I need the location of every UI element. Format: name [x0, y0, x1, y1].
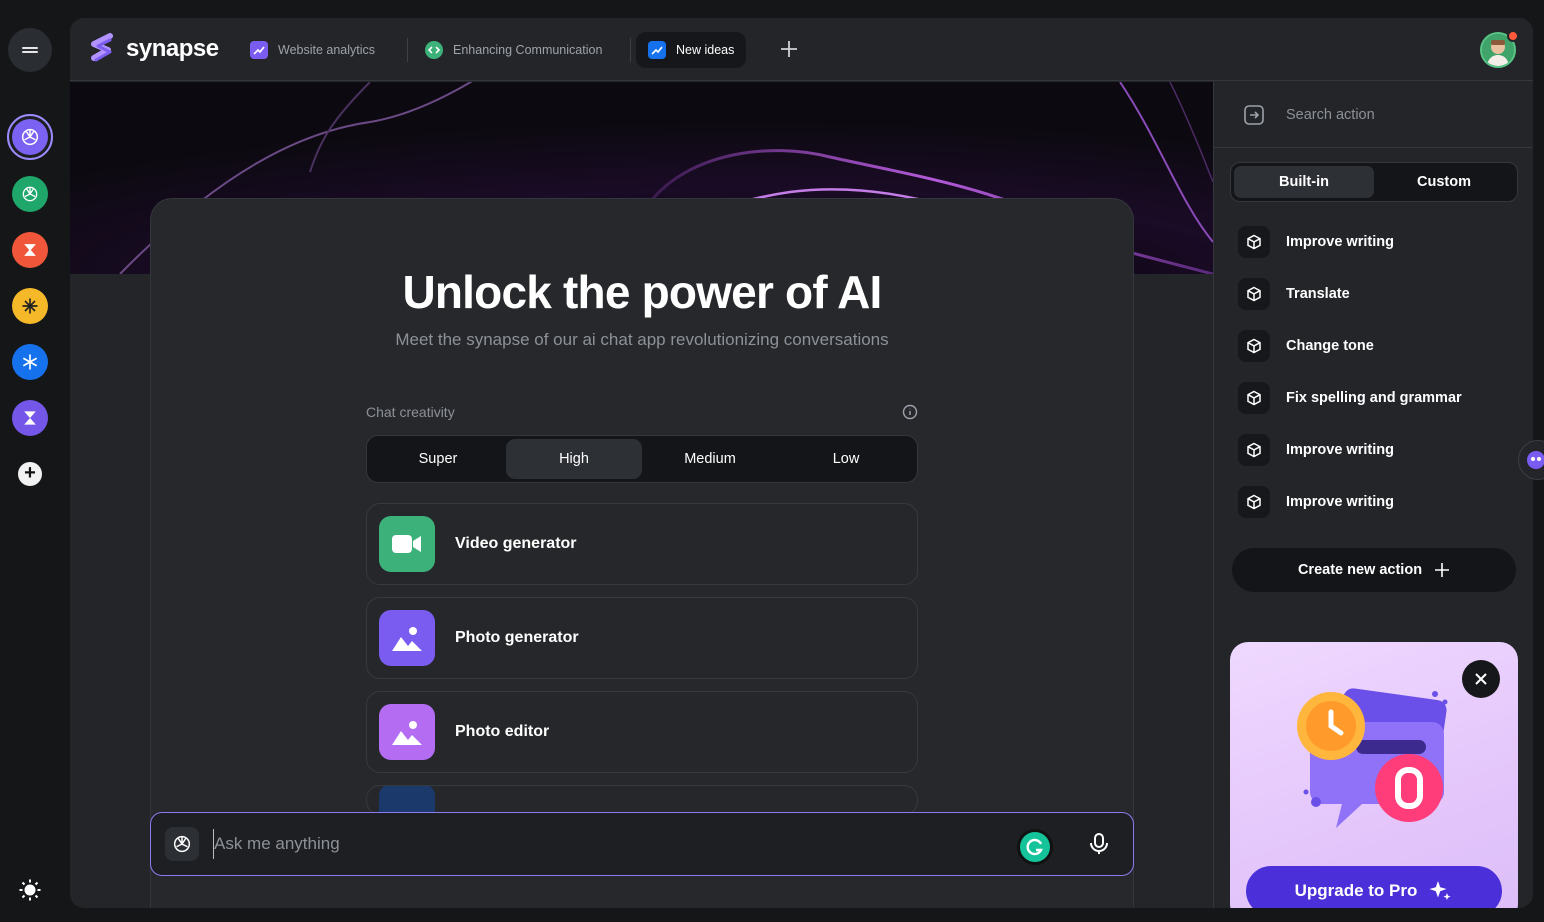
synapse-logo-icon	[91, 33, 113, 62]
image-icon	[379, 610, 435, 666]
segment-built-in[interactable]: Built-in	[1234, 166, 1374, 198]
video-icon	[379, 516, 435, 572]
segment-custom[interactable]: Custom	[1374, 166, 1514, 198]
action-label: Improve writing	[1286, 442, 1394, 458]
app-logo[interactable]: synapse	[86, 32, 219, 66]
sparkle-app-icon	[12, 288, 48, 324]
upgrade-to-pro-button[interactable]: Upgrade to Pro	[1246, 866, 1502, 908]
cube-icon	[1238, 330, 1270, 362]
action-label: Fix spelling and grammar	[1286, 390, 1462, 406]
action-label: Translate	[1286, 286, 1350, 302]
tab-label: Enhancing Communication	[453, 43, 603, 57]
main-window: synapse Website analytics Enhancing Comm…	[70, 18, 1533, 908]
action-search[interactable]: Search action	[1214, 82, 1533, 148]
cube-icon	[1238, 382, 1270, 414]
creativity-option-low[interactable]: Low	[778, 439, 914, 479]
hourglass-app-icon	[12, 400, 48, 436]
welcome-card: Unlock the power of AI Meet the synapse …	[150, 198, 1134, 908]
bolt-app-icon	[12, 232, 48, 268]
action-item[interactable]: Improve writing	[1238, 222, 1394, 262]
openai-icon	[12, 119, 48, 155]
search-placeholder: Search action	[1286, 106, 1375, 123]
notification-dot	[1507, 30, 1519, 42]
tab-new-ideas[interactable]: New ideas	[636, 32, 747, 68]
upgrade-label: Upgrade to Pro	[1294, 881, 1418, 900]
tool-partial[interactable]	[366, 785, 918, 815]
cube-icon	[1238, 278, 1270, 310]
chat-input[interactable]	[213, 829, 1003, 859]
create-new-action-button[interactable]: Create new action	[1232, 548, 1516, 592]
add-app-button[interactable]: +	[18, 462, 42, 486]
tool-photo-editor[interactable]: Photo editor	[366, 691, 918, 773]
page-subtitle: Meet the synapse of our ai chat app revo…	[395, 330, 889, 349]
tool-label: Video generator	[455, 535, 577, 552]
rail-app-snowflake[interactable]	[12, 344, 48, 380]
create-action-label: Create new action	[1297, 562, 1423, 578]
tool-video-generator[interactable]: Video generator	[366, 503, 918, 585]
action-label: Improve writing	[1286, 234, 1394, 250]
page-title: Unlock the power of AI	[402, 266, 882, 318]
chat-creativity-label: Chat creativity	[366, 404, 455, 420]
app-name: synapse	[126, 35, 219, 62]
tool-photo-generator[interactable]: Photo generator	[366, 597, 918, 679]
tab-label: New ideas	[676, 43, 735, 57]
close-icon	[1475, 673, 1487, 685]
creativity-option-high[interactable]: High	[506, 439, 642, 479]
rail-app-bolt[interactable]	[12, 232, 48, 268]
action-type-selector: Built-in Custom	[1230, 162, 1518, 202]
action-label: Change tone	[1286, 338, 1374, 354]
menu-button[interactable]	[8, 28, 52, 72]
app-rail: +	[0, 0, 70, 922]
hamburger-icon	[22, 45, 38, 55]
action-item[interactable]: Translate	[1238, 274, 1350, 314]
creativity-selector: Super High Medium Low	[366, 435, 918, 483]
tool-icon	[379, 786, 435, 814]
sun-icon[interactable]	[18, 878, 42, 902]
chart-trend-icon	[648, 41, 666, 59]
upgrade-promo-card: Upgrade to Pro	[1230, 642, 1518, 908]
tool-label: Photo generator	[455, 629, 579, 646]
grammarly-icon[interactable]	[1017, 829, 1053, 865]
chat-bot-icon	[1527, 451, 1544, 469]
creativity-option-medium[interactable]: Medium	[642, 439, 778, 479]
tool-label: Photo editor	[455, 723, 550, 740]
top-bar: synapse Website analytics Enhancing Comm…	[70, 18, 1533, 81]
plus-icon	[1435, 563, 1450, 577]
action-label: Improve writing	[1286, 494, 1394, 510]
rail-app-chatgpt-active[interactable]	[7, 114, 53, 160]
cube-icon	[1238, 486, 1270, 518]
openai-icon	[12, 176, 48, 212]
tab-label: Website analytics	[278, 43, 376, 57]
tab-divider	[630, 38, 631, 62]
snowflake-app-icon	[12, 344, 48, 380]
action-item[interactable]: Improve writing	[1238, 482, 1394, 522]
tab-divider	[407, 38, 408, 62]
rail-app-chatgpt[interactable]	[12, 176, 48, 212]
microphone-icon[interactable]	[1087, 832, 1111, 856]
creativity-option-super[interactable]: Super	[370, 439, 506, 479]
info-icon[interactable]	[902, 404, 918, 420]
actions-panel: Search action Built-in Custom Improve wr…	[1213, 82, 1533, 908]
chat-input-bar	[150, 812, 1134, 876]
tab-website-analytics[interactable]: Website analytics	[238, 32, 387, 68]
action-item[interactable]: Fix spelling and grammar	[1238, 378, 1462, 418]
action-item[interactable]: Improve writing	[1238, 430, 1394, 470]
cube-icon	[1238, 434, 1270, 466]
chart-trend-icon	[250, 41, 268, 59]
cube-icon	[1238, 226, 1270, 258]
openai-icon[interactable]	[165, 827, 199, 861]
rail-app-sparkle[interactable]	[12, 288, 48, 324]
add-tab-icon[interactable]	[778, 38, 800, 60]
sparkles-icon	[1429, 881, 1451, 900]
image-icon	[379, 704, 435, 760]
rail-app-hourglass[interactable]	[12, 400, 48, 436]
tab-enhancing-communication[interactable]: Enhancing Communication	[413, 32, 614, 68]
code-icon	[425, 41, 443, 59]
enter-box-icon	[1244, 104, 1264, 125]
action-item[interactable]: Change tone	[1238, 326, 1374, 366]
close-promo-button[interactable]	[1462, 660, 1500, 698]
